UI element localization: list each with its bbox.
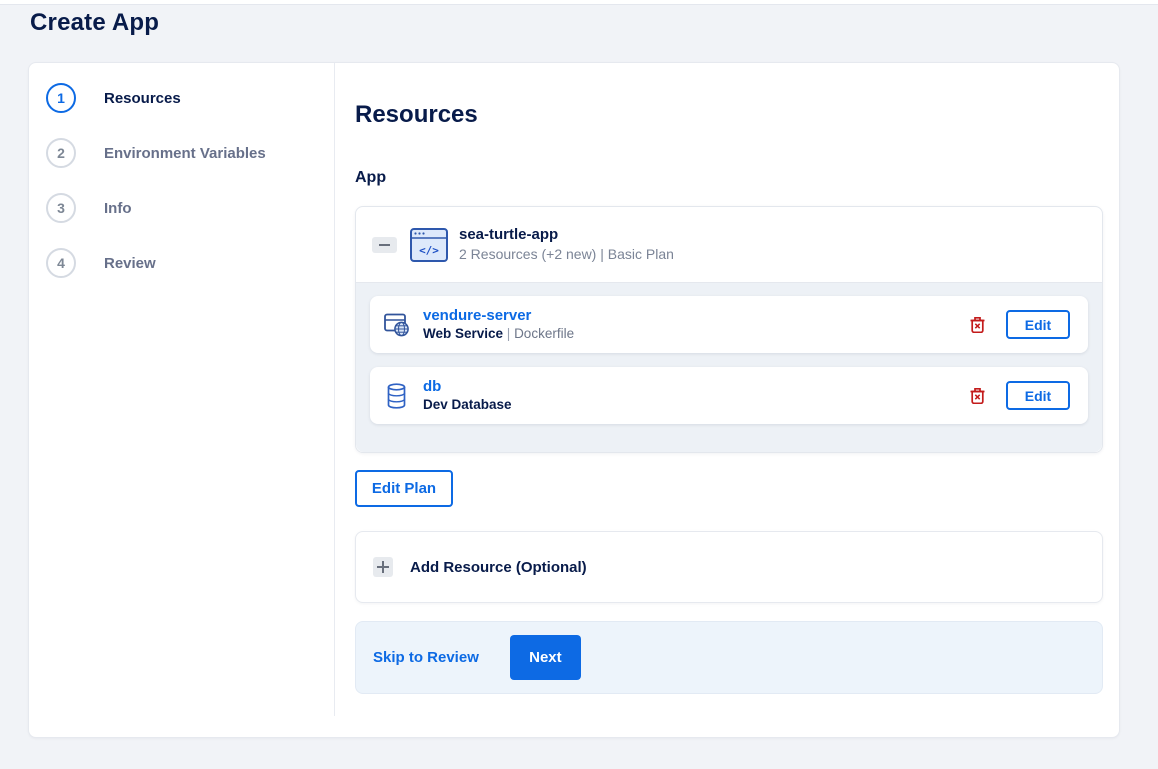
resource-detail: Dockerfile — [503, 326, 574, 341]
edit-resource-button[interactable]: Edit — [1006, 381, 1070, 410]
delete-trash-icon[interactable] — [968, 314, 987, 335]
step-number-badge: 4 — [46, 248, 76, 278]
wizard-footer: Skip to Review Next — [355, 621, 1103, 694]
app-group-header: </> sea-turtle-app 2 Resources (+2 new) … — [356, 207, 1102, 282]
create-app-card: 1 Resources 2 Environment Variables 3 In… — [28, 62, 1120, 738]
step-label: Resources — [104, 89, 181, 107]
resource-subtitle: Dev Database — [423, 396, 512, 414]
resource-texts: vendure-server Web ServiceDockerfile — [423, 306, 574, 343]
step-environment-variables[interactable]: 2 Environment Variables — [46, 138, 266, 168]
edit-resource-button[interactable]: Edit — [1006, 310, 1070, 339]
delete-trash-icon[interactable] — [968, 385, 987, 406]
next-button[interactable]: Next — [509, 635, 581, 680]
app-name: sea-turtle-app — [459, 225, 559, 243]
plus-icon[interactable] — [373, 557, 393, 577]
step-label: Info — [104, 199, 132, 217]
step-info[interactable]: 3 Info — [46, 193, 132, 223]
page-title: Create App — [30, 9, 160, 36]
app-section-label: App — [355, 169, 387, 186]
add-resource-label: Add Resource (Optional) — [410, 558, 587, 576]
step-number-badge: 2 — [46, 138, 76, 168]
resource-row-vendure-server: vendure-server Web ServiceDockerfile Edi… — [370, 296, 1088, 353]
sidebar-divider — [334, 63, 335, 716]
resource-type: Web Service — [423, 326, 504, 342]
step-label: Environment Variables — [104, 144, 266, 162]
skip-to-review-link[interactable]: Skip to Review — [373, 649, 479, 666]
resource-name-link[interactable]: db — [423, 377, 512, 397]
collapse-minus-icon[interactable] — [372, 236, 397, 253]
resources-heading: Resources — [355, 101, 478, 128]
edit-plan-button[interactable]: Edit Plan — [355, 470, 453, 507]
resource-texts: db Dev Database — [423, 377, 512, 414]
step-resources[interactable]: 1 Resources — [46, 83, 181, 113]
app-group-body: vendure-server Web ServiceDockerfile Edi… — [356, 282, 1102, 452]
resource-subtitle: Web ServiceDockerfile — [423, 325, 574, 343]
web-service-icon — [383, 313, 410, 337]
step-number-badge: 3 — [46, 193, 76, 223]
app-meta: 2 Resources (+2 new) | Basic Plan — [459, 246, 674, 263]
step-number-badge: 1 — [46, 83, 76, 113]
app-group-titles: sea-turtle-app 2 Resources (+2 new) | Ba… — [459, 225, 674, 264]
resource-type: Dev Database — [423, 397, 512, 413]
database-icon — [383, 382, 410, 409]
app-group-card: </> sea-turtle-app 2 Resources (+2 new) … — [355, 206, 1103, 453]
resource-name-link[interactable]: vendure-server — [423, 306, 574, 326]
app-code-window-icon: </> — [410, 227, 448, 262]
resource-row-db: db Dev Database Edit — [370, 367, 1088, 424]
svg-text:</>: </> — [419, 244, 439, 257]
top-nav-edge — [0, 0, 1158, 5]
step-label: Review — [104, 254, 156, 272]
add-resource-section[interactable]: Add Resource (Optional) — [355, 531, 1103, 603]
step-review[interactable]: 4 Review — [46, 248, 156, 278]
